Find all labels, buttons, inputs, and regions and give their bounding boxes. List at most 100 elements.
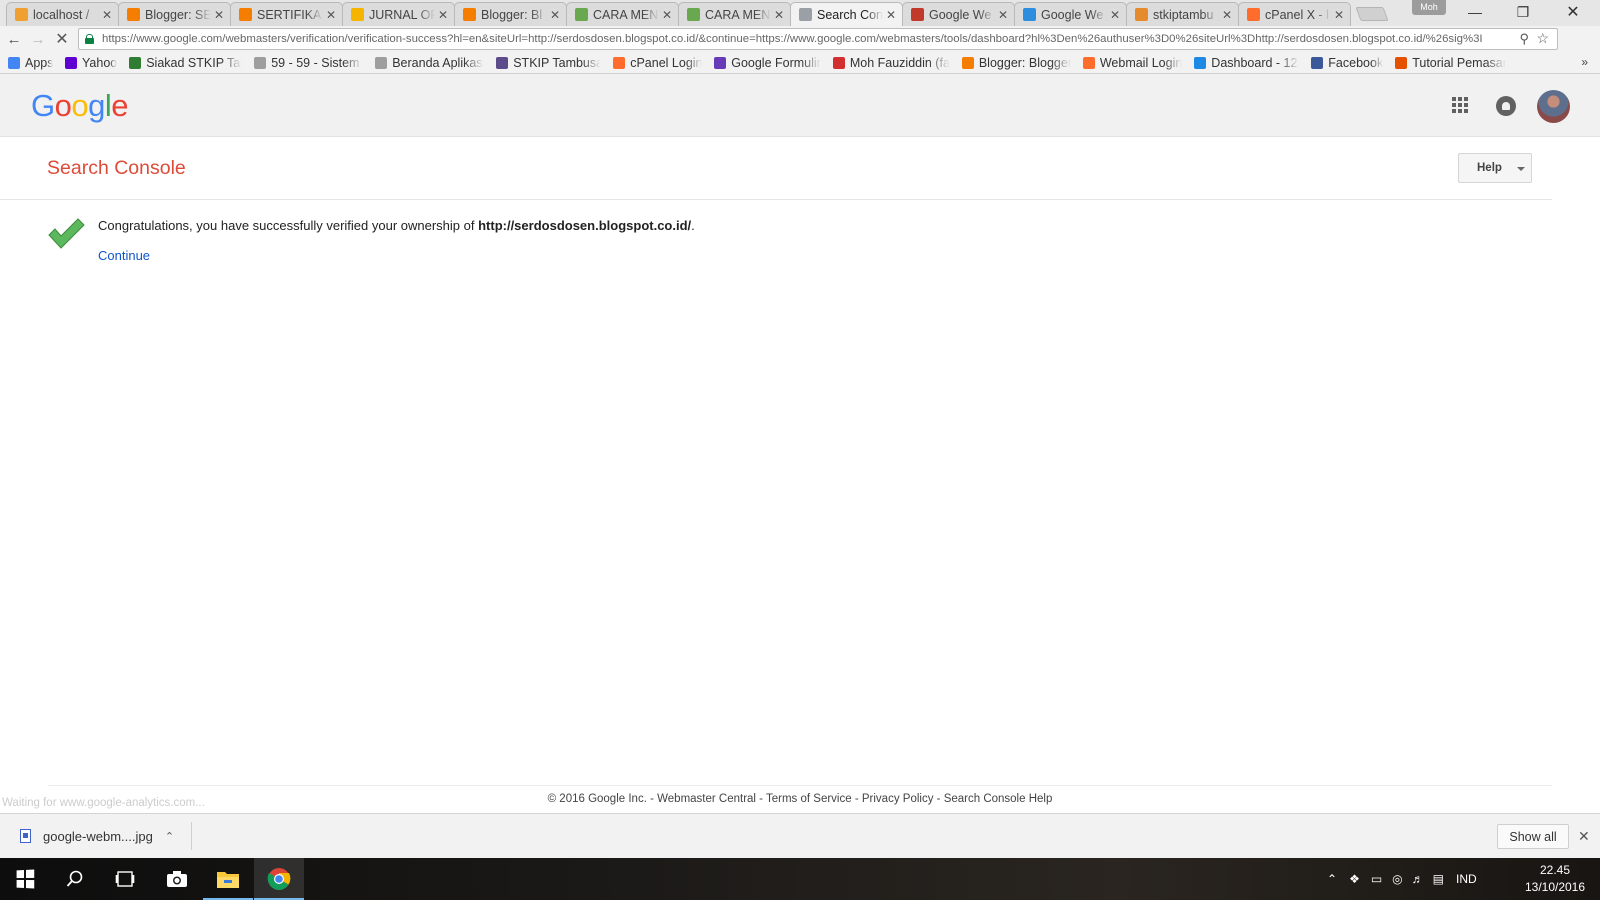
notifications-bell-icon[interactable] xyxy=(1496,96,1516,116)
footer-link-4[interactable]: Search Console Help xyxy=(944,793,1053,805)
file-explorer-button[interactable] xyxy=(203,858,253,900)
tab-10[interactable]: Google We ✕ xyxy=(1014,2,1127,26)
close-tab-icon[interactable]: ✕ xyxy=(214,8,224,22)
tab-11[interactable]: stkiptambu ✕ xyxy=(1126,2,1239,26)
tab-6[interactable]: CARA MEN ✕ xyxy=(566,2,679,26)
close-tab-icon[interactable]: ✕ xyxy=(662,8,672,22)
clock-date: 13/10/2016 xyxy=(1524,880,1586,894)
chevron-up-icon[interactable]: ⌃ xyxy=(165,830,174,843)
chrome-taskbar-button[interactable] xyxy=(254,858,304,900)
dropbox-icon[interactable]: ❖ xyxy=(1349,872,1360,886)
footer-link-2[interactable]: Terms of Service xyxy=(766,793,852,805)
bookmark-11[interactable]: Webmail Login xyxy=(1082,55,1183,70)
bookmark-2[interactable]: Yahoo xyxy=(65,56,117,70)
caret-down-icon xyxy=(1517,167,1525,171)
tab-12[interactable]: cPanel X - l ✕ xyxy=(1238,2,1351,26)
arrow-left-icon: ← xyxy=(6,30,22,48)
url-text[interactable]: https://www.google.com/webmasters/verifi… xyxy=(102,33,1502,45)
minimize-button[interactable]: — xyxy=(1452,0,1498,24)
new-tab-button[interactable] xyxy=(1355,7,1389,21)
help-button[interactable]: Help xyxy=(1458,153,1532,183)
chevron-up-icon[interactable]: ⌃ xyxy=(1327,872,1337,886)
bookmark-9[interactable]: Moh Fauziddin (fa xyxy=(832,56,950,70)
tab-5[interactable]: Blogger: Bl ✕ xyxy=(454,2,567,26)
pma-icon xyxy=(15,8,28,21)
close-tab-icon[interactable]: ✕ xyxy=(326,8,336,22)
bookmark-1[interactable]: Apps xyxy=(8,56,53,70)
stop-button[interactable]: ✕ xyxy=(52,29,72,49)
task-view-button[interactable] xyxy=(100,858,150,900)
bookmark-8[interactable]: Google Formulir xyxy=(714,56,821,70)
bookmark-label: Yahoo xyxy=(82,55,118,70)
back-button[interactable]: ← xyxy=(4,29,24,49)
bookmark-3[interactable]: Siakad STKIP Tam xyxy=(129,56,242,70)
camera-app-button[interactable] xyxy=(152,858,202,900)
close-tab-icon[interactable]: ✕ xyxy=(550,8,560,22)
bookmarks-overflow-button[interactable]: » xyxy=(1581,55,1588,69)
zoom-icon[interactable]: ⚲ xyxy=(1519,31,1529,47)
bookmark-10[interactable]: Blogger: Blogger xyxy=(961,55,1071,70)
show-all-button[interactable]: Show all xyxy=(1497,824,1569,849)
close-tab-icon[interactable]: ✕ xyxy=(1334,8,1344,22)
wifi-icon[interactable]: ◎ xyxy=(1392,872,1402,886)
forward-button[interactable]: → xyxy=(28,29,48,49)
start-button[interactable] xyxy=(0,858,50,900)
download-shelf: google-webm....jpg ⌃ Show all ✕ xyxy=(0,813,1600,858)
yahoo-icon xyxy=(65,56,77,69)
search-button[interactable] xyxy=(50,858,100,900)
verification-message: Congratulations, you have successfully v… xyxy=(98,218,695,233)
page-title[interactable]: Search Console xyxy=(47,157,186,180)
bookmark-label: Beranda Aplikasi xyxy=(392,55,485,70)
page-icon xyxy=(575,8,588,21)
close-tab-icon[interactable]: ✕ xyxy=(998,8,1008,22)
tab-2[interactable]: Blogger: SE ✕ xyxy=(118,2,231,26)
bookmark-14[interactable]: Tutorial Pemasan xyxy=(1395,56,1506,70)
google-logo[interactable]: Google xyxy=(31,88,129,124)
close-tab-icon[interactable]: ✕ xyxy=(438,8,448,22)
bookmark-label: Blogger: Blogger xyxy=(978,55,1071,70)
tab-1[interactable]: localhost / ✕ xyxy=(6,2,119,26)
bookmark-label: Webmail Login xyxy=(1099,55,1183,70)
restore-button[interactable]: ❐ xyxy=(1500,0,1546,24)
clock[interactable]: 22.45 13/10/2016 xyxy=(1520,862,1590,896)
footer-link-1[interactable]: Webmaster Central xyxy=(657,793,756,805)
tab-title: cPanel X - l xyxy=(1265,7,1329,22)
blogger-icon xyxy=(463,8,476,21)
bookmark-13[interactable]: Facebook xyxy=(1311,56,1383,70)
star-icon[interactable]: ☆ xyxy=(1536,30,1549,47)
volume-icon[interactable]: ♬ xyxy=(1412,872,1424,886)
tab-4[interactable]: JURNAL OF ✕ xyxy=(342,2,455,26)
continue-link[interactable]: Continue xyxy=(98,248,150,263)
download-item[interactable]: google-webm....jpg ⌃ xyxy=(10,822,192,850)
bookmark-4[interactable]: 59 - 59 - Sistem S xyxy=(254,56,363,70)
bookmark-6[interactable]: STKIP Tambusai xyxy=(496,56,601,70)
close-tab-icon[interactable]: ✕ xyxy=(1222,8,1232,22)
close-shelf-icon[interactable]: ✕ xyxy=(1578,828,1590,845)
language-indicator[interactable]: IND xyxy=(1456,872,1477,886)
bookmark-12[interactable]: Dashboard - 123 xyxy=(1194,56,1299,70)
window-close-button[interactable]: ✕ xyxy=(1550,0,1596,24)
battery-icon[interactable]: ▭ xyxy=(1371,872,1382,886)
profile-chip[interactable]: Moh xyxy=(1412,0,1446,15)
google-header: Google xyxy=(0,74,1600,137)
tab-3[interactable]: SERTIFIKASI✕ xyxy=(230,2,343,26)
bookmark-5[interactable]: Beranda Aplikasi xyxy=(375,56,484,70)
footer-separator: - xyxy=(933,793,944,805)
close-tab-icon[interactable]: ✕ xyxy=(774,8,784,22)
close-tab-icon[interactable]: ✕ xyxy=(886,8,896,22)
close-tab-icon[interactable]: ✕ xyxy=(102,8,112,22)
tab-9[interactable]: Google We ✕ xyxy=(902,2,1015,26)
apps-grid-icon[interactable] xyxy=(1452,97,1468,113)
close-tab-icon[interactable]: ✕ xyxy=(1110,8,1120,22)
logo-letter: o xyxy=(54,88,72,123)
action-center-icon[interactable]: ▤ xyxy=(1433,872,1444,886)
download-file-name[interactable]: google-webm....jpg xyxy=(43,829,153,844)
tab-8[interactable]: Search Con ✕ xyxy=(790,2,903,26)
address-bar[interactable]: https://www.google.com/webmasters/verifi… xyxy=(78,28,1558,50)
cpanel-icon xyxy=(613,56,626,69)
journal-icon xyxy=(351,8,364,21)
avatar[interactable] xyxy=(1537,90,1570,123)
footer-link-3[interactable]: Privacy Policy xyxy=(862,793,934,805)
bookmark-7[interactable]: cPanel Login xyxy=(613,56,702,70)
tab-7[interactable]: CARA MEN ✕ xyxy=(678,2,791,26)
